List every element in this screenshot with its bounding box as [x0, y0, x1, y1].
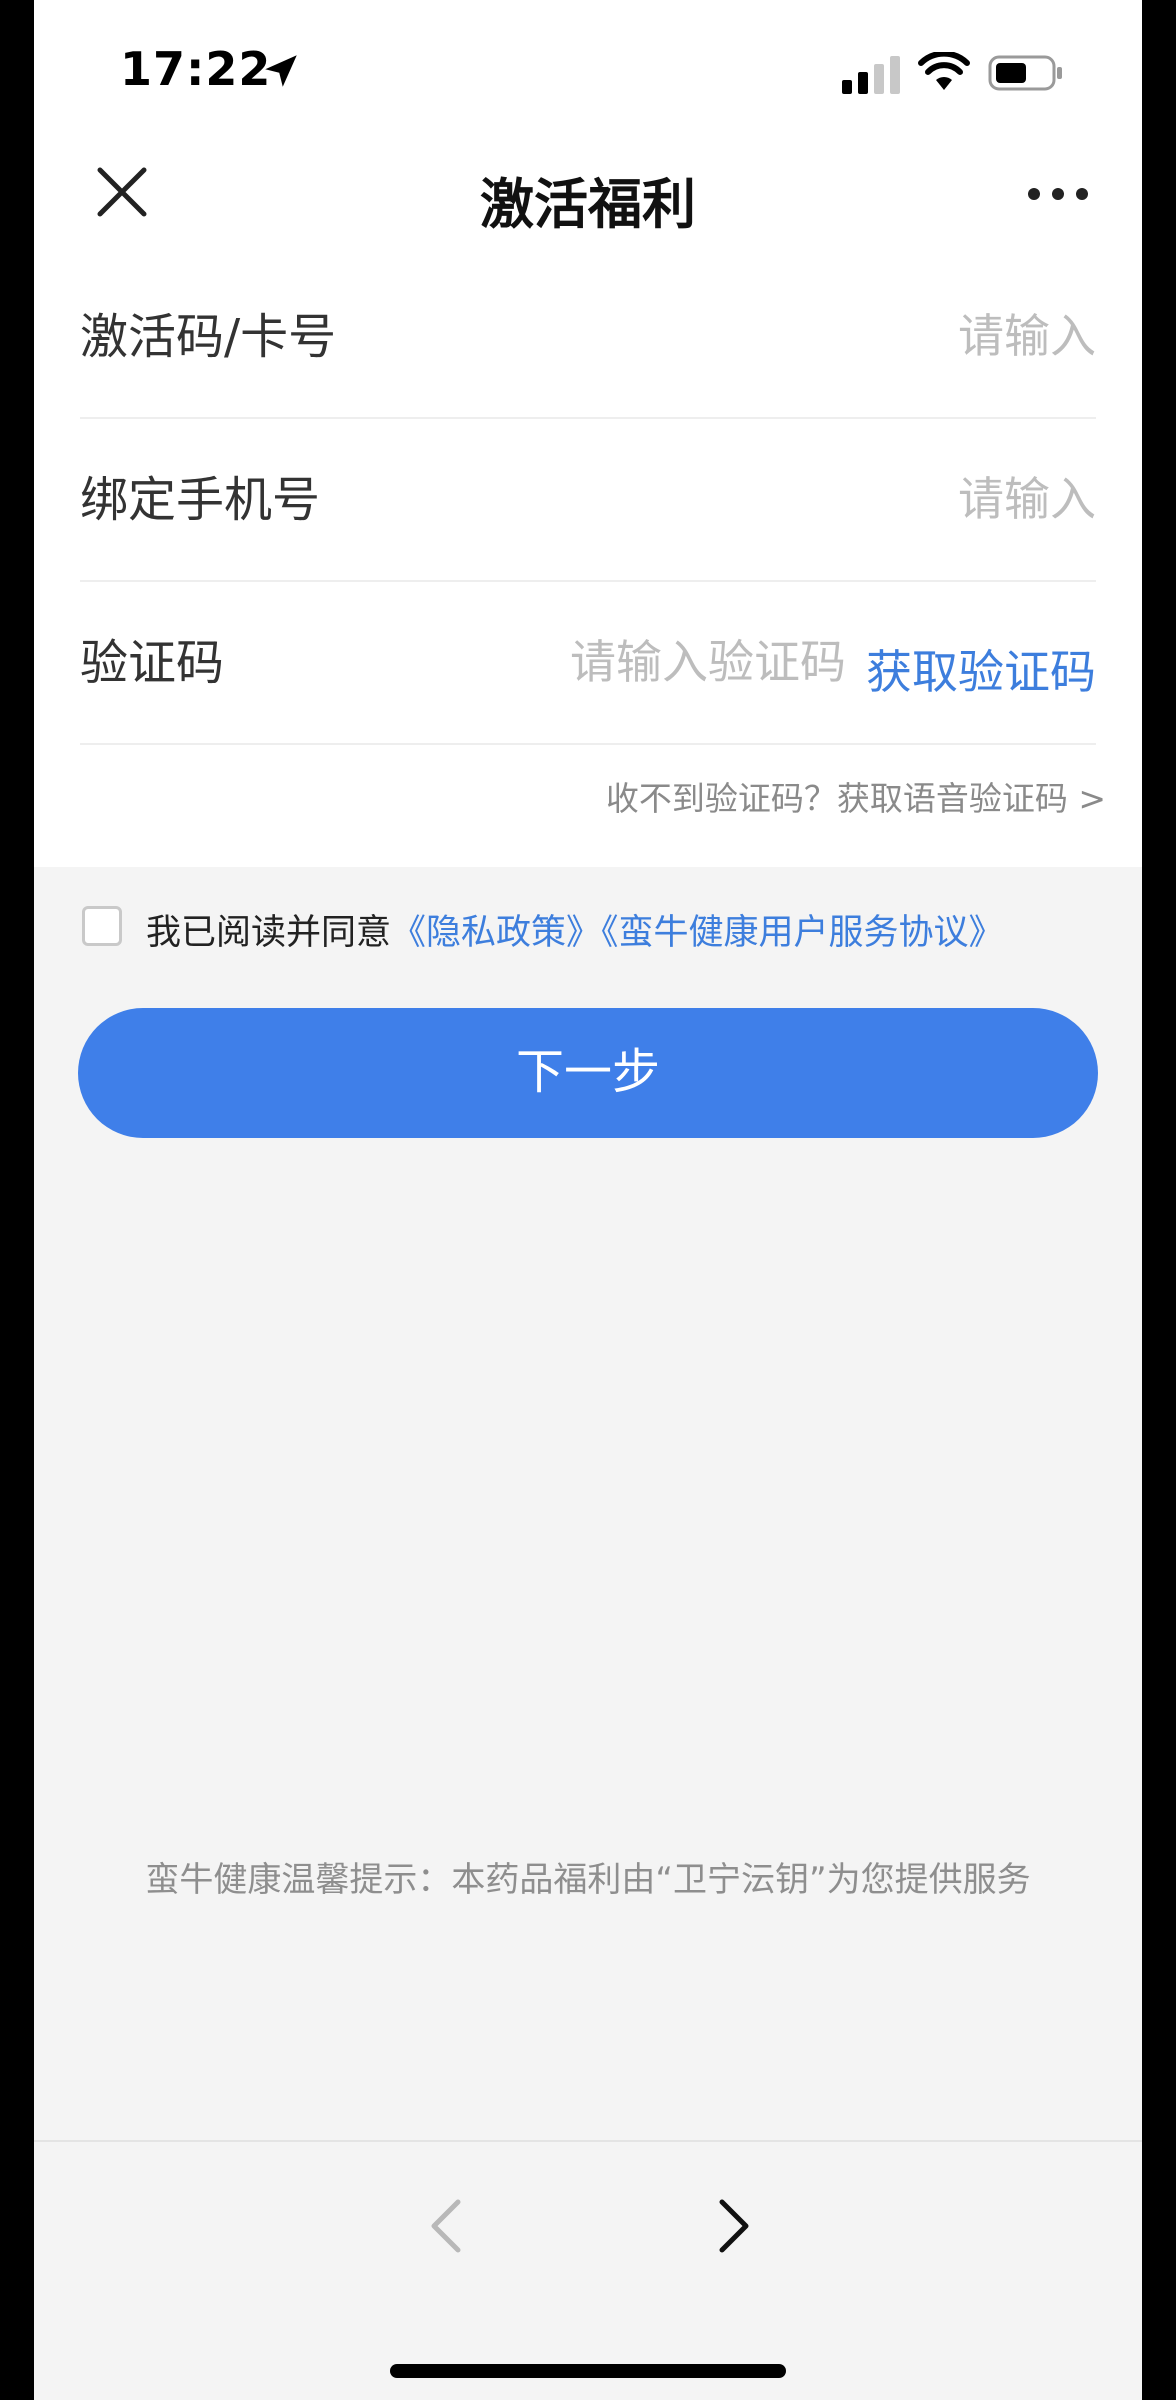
page-title: 激活福利 [480, 173, 696, 236]
wifi-icon [918, 52, 970, 90]
home-indicator[interactable] [390, 2364, 786, 2378]
next-step-button[interactable]: 下一步 [78, 1008, 1098, 1138]
location-arrow-icon [265, 55, 297, 87]
privacy-policy-link[interactable]: 《隐私政策》 [391, 913, 601, 953]
get-code-button[interactable]: 获取验证码 [866, 582, 1096, 762]
voice-code-link[interactable]: 收不到验证码？获取语音验证码 > [606, 772, 1106, 820]
chevron-left-icon[interactable] [422, 2196, 472, 2256]
cellular-signal-icon [842, 56, 900, 94]
phone-screen: 17:22 激活福利 激活码/卡号 绑定手机号 验证码 [34, 0, 1142, 2400]
service-agreement-link[interactable]: 《蛮牛健康用户服务协议》 [601, 913, 1004, 953]
phone-input[interactable] [496, 459, 1096, 539]
activation-code-input[interactable] [496, 296, 1096, 376]
phone-row: 绑定手机号 [80, 419, 1096, 582]
agreement-checkbox[interactable] [82, 906, 122, 946]
service-tip: 蛮牛健康温馨提示：本药品福利由“卫宁沄钥”为您提供服务 [145, 1860, 1031, 1900]
activation-code-label: 激活码/卡号 [80, 309, 337, 365]
chevron-right-icon[interactable] [708, 2196, 758, 2256]
verification-code-row: 验证码 获取验证码 [80, 582, 1096, 745]
browser-toolbar [34, 2140, 1142, 2400]
activation-code-row: 激活码/卡号 [80, 256, 1096, 419]
more-icon[interactable] [1026, 182, 1090, 206]
agreement-text: 我已阅读并同意《隐私政策》《蛮牛健康用户服务协议》 [146, 904, 1004, 955]
verification-code-input[interactable] [426, 622, 846, 702]
status-time: 17:22 [120, 42, 272, 96]
agreement-prefix: 我已阅读并同意 [146, 913, 392, 953]
battery-icon [988, 55, 1062, 91]
verification-code-label: 验证码 [80, 635, 225, 691]
phone-label: 绑定手机号 [80, 472, 321, 528]
